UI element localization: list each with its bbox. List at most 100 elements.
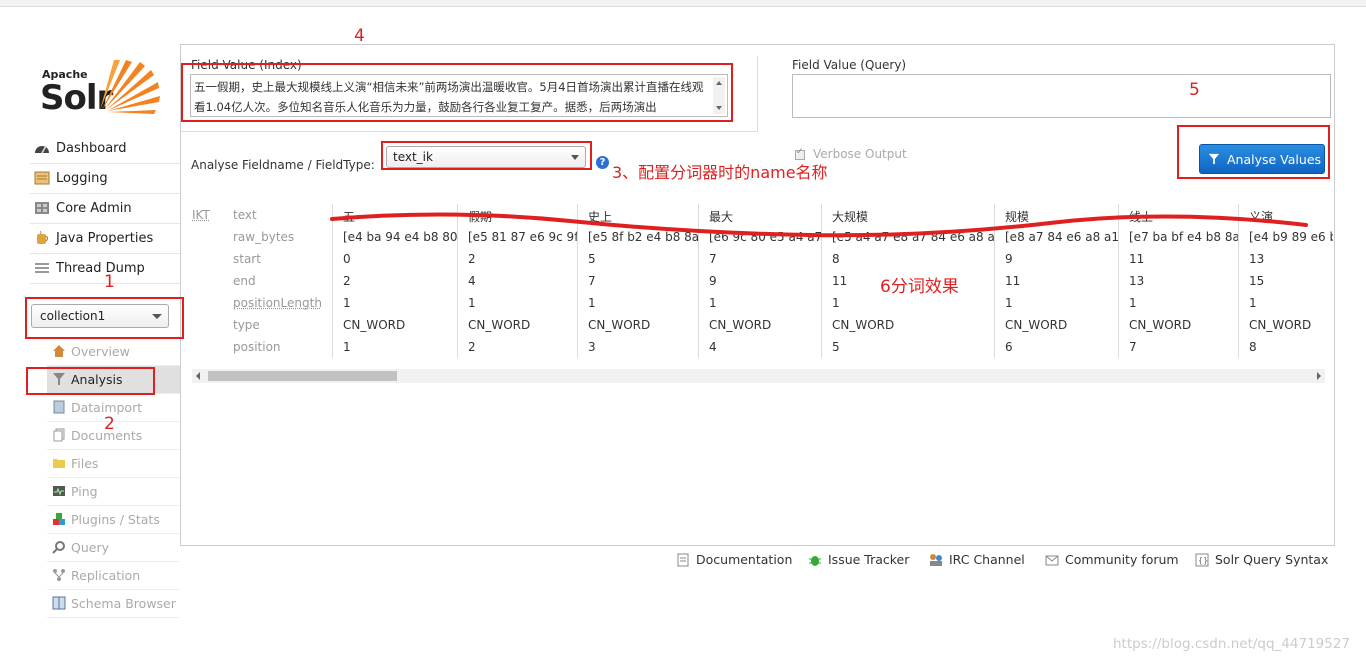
sidebar-item-logging[interactable]: Logging xyxy=(30,165,180,194)
token-position-length: 1 xyxy=(1005,296,1013,310)
token-position: 6 xyxy=(1005,340,1013,354)
token-position-length: 1 xyxy=(588,296,596,310)
sidebar-item-replication[interactable]: Replication xyxy=(47,562,180,590)
token-position-length: 1 xyxy=(468,296,476,310)
token-start: 13 xyxy=(1249,252,1265,266)
csdn-watermark: https://blog.csdn.net/qq_44719527 xyxy=(1113,636,1351,652)
token-type: CN_WORD xyxy=(709,318,772,332)
sidebar-item-files[interactable]: Files xyxy=(47,450,180,478)
sidebar-item-label: Overview xyxy=(71,344,130,359)
scrollbar-thumb[interactable] xyxy=(208,371,397,381)
help-icon[interactable]: ? xyxy=(596,156,609,169)
syntax-icon: {} xyxy=(1195,553,1209,567)
sidebar-item-label: Ping xyxy=(71,484,98,499)
document-icon xyxy=(677,553,689,567)
row-label-text: text xyxy=(233,208,257,222)
annotation-box-4 xyxy=(181,63,733,122)
annotation-box-2 xyxy=(26,367,155,395)
sidebar-item-core-admin[interactable]: Core Admin xyxy=(30,195,180,224)
sidebar-item-schema-browser[interactable]: Schema Browser xyxy=(47,590,180,618)
annotation-number-1: 1 xyxy=(104,272,115,292)
token-end: 11 xyxy=(832,274,848,288)
sidebar-item-overview[interactable]: Overview xyxy=(47,338,180,366)
annotation-number-4: 4 xyxy=(354,26,365,46)
plugins-icon xyxy=(53,513,65,525)
token-position-length: 1 xyxy=(1129,296,1137,310)
token-type: CN_WORD xyxy=(1005,318,1068,332)
token-position-length: 1 xyxy=(343,296,351,310)
row-label-start: start xyxy=(233,252,261,266)
token-end: 4 xyxy=(468,274,476,288)
token-end: 15 xyxy=(1249,274,1265,288)
annotation-box-3 xyxy=(381,141,592,170)
form-divider-horizontal xyxy=(181,131,758,132)
token-end: 2 xyxy=(343,274,351,288)
annotation-text-3: 3、配置分词器时的name名称 xyxy=(612,163,828,182)
solr-logo[interactable]: Apache Solr xyxy=(40,52,165,118)
dashboard-icon xyxy=(35,145,49,154)
query-value-textarea[interactable] xyxy=(792,74,1331,118)
token-position: 3 xyxy=(588,340,596,354)
token-position: 8 xyxy=(1249,340,1257,354)
sidebar-item-plugins-stats[interactable]: Plugins / Stats xyxy=(47,506,180,534)
replication-icon xyxy=(53,569,65,581)
token-type: CN_WORD xyxy=(468,318,531,332)
token-end: 13 xyxy=(1129,274,1145,288)
sidebar-item-label: Logging xyxy=(56,171,108,186)
svg-text:{}: {} xyxy=(1198,556,1208,565)
home-icon xyxy=(53,345,65,357)
footer-link-label: Documentation xyxy=(696,552,793,567)
footer-link-label: Solr Query Syntax xyxy=(1215,552,1329,567)
token-end: 9 xyxy=(709,274,717,288)
annotation-number-2: 2 xyxy=(104,414,115,434)
token-end: 11 xyxy=(1005,274,1021,288)
folder-icon xyxy=(53,459,65,468)
schema-icon xyxy=(52,596,66,610)
sidebar-item-dashboard[interactable]: Dashboard xyxy=(30,135,180,164)
annotation-box-5 xyxy=(1177,125,1330,179)
token-position-length: 1 xyxy=(1249,296,1257,310)
sidebar-item-label: Java Properties xyxy=(56,231,154,246)
fieldtype-label: Analyse Fieldname / FieldType: xyxy=(191,158,375,172)
token-type: CN_WORD xyxy=(1249,318,1312,332)
row-label-raw-bytes: raw_bytes xyxy=(233,230,295,244)
token-start: 0 xyxy=(343,252,351,266)
footer-link-label: Issue Tracker xyxy=(828,552,910,567)
thread-dump-icon xyxy=(35,263,49,273)
table-horizontal-scrollbar[interactable] xyxy=(192,369,1325,383)
sidebar-item-label: Replication xyxy=(71,568,141,583)
token-start: 2 xyxy=(468,252,476,266)
token-position-length: 1 xyxy=(832,296,840,310)
token-start: 11 xyxy=(1129,252,1145,266)
logging-icon xyxy=(34,171,50,185)
token-position: 5 xyxy=(832,340,840,354)
java-icon xyxy=(37,231,48,244)
footer-link-label: Community forum xyxy=(1065,552,1179,567)
token-position: 1 xyxy=(343,340,351,354)
sidebar-item-label: Schema Browser xyxy=(71,596,176,611)
token-position: 4 xyxy=(709,340,717,354)
ping-icon xyxy=(53,486,65,496)
tokenizer-abbrev[interactable]: IKT xyxy=(192,208,210,222)
chevron-right-icon[interactable] xyxy=(1317,372,1321,380)
sidebar-item-label: Plugins / Stats xyxy=(71,512,160,527)
irc-icon xyxy=(930,554,942,566)
chevron-left-icon[interactable] xyxy=(196,372,200,380)
token-start: 9 xyxy=(1005,252,1013,266)
dataimport-icon xyxy=(53,400,65,414)
bug-icon xyxy=(809,556,821,566)
core-admin-icon xyxy=(35,202,49,214)
sidebar-item-label: Core Admin xyxy=(56,201,132,216)
form-divider-vertical xyxy=(757,56,758,132)
query-value-label: Field Value (Query) xyxy=(792,58,907,72)
token-type: CN_WORD xyxy=(1129,318,1192,332)
token-type: CN_WORD xyxy=(832,318,895,332)
row-label-type: type xyxy=(233,318,260,332)
sidebar-item-ping[interactable]: Ping xyxy=(47,478,180,506)
token-position: 2 xyxy=(468,340,476,354)
search-icon xyxy=(52,541,65,554)
row-label-end: end xyxy=(233,274,256,288)
sidebar-item-java-properties[interactable]: Java Properties xyxy=(30,225,180,254)
sidebar-item-label: Query xyxy=(71,540,109,555)
sidebar-item-query[interactable]: Query xyxy=(47,534,180,562)
